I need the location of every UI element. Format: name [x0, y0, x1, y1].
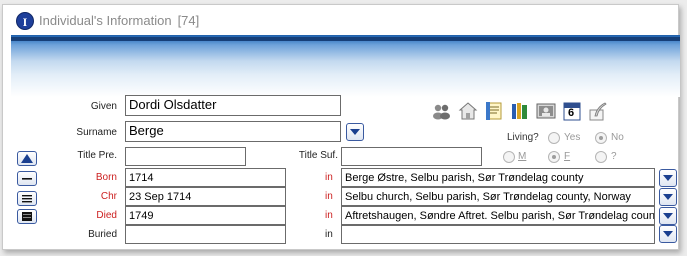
- died-place-field[interactable]: Aftretshaugen, Søndre Aftret. Selbu pari…: [341, 206, 655, 225]
- born-in-label: in: [325, 172, 333, 183]
- app-logo-icon: I: [16, 12, 34, 30]
- record-id: [74]: [177, 13, 200, 28]
- calendar-icon[interactable]: 6: [562, 101, 582, 121]
- born-place-field[interactable]: Berge Østre, Selbu parish, Sør Trøndelag…: [341, 168, 655, 187]
- sex-m-label: M: [518, 151, 527, 162]
- chevron-down-icon: [663, 213, 673, 219]
- sex-f-radio[interactable]: [548, 151, 560, 163]
- title-pre-label: Title Pre.: [77, 150, 117, 161]
- single-line-view-button[interactable]: [17, 171, 37, 186]
- living-yes-label: Yes: [564, 132, 581, 143]
- window-title-text: Individual's Information: [39, 13, 172, 28]
- lines-icon: [22, 195, 32, 203]
- individual-info-window: I Individual's Information [74] 6 Given …: [2, 4, 680, 250]
- chevron-down-icon: [663, 231, 673, 237]
- sex-unknown-radio[interactable]: [595, 151, 607, 163]
- given-name-field[interactable]: Dordi Olsdatter: [125, 95, 341, 116]
- chevron-down-icon: [663, 194, 673, 200]
- born-label: Born: [95, 172, 117, 183]
- title-suf-field[interactable]: [341, 147, 482, 166]
- people-group-icon[interactable]: [432, 101, 452, 121]
- header-banner: [11, 35, 680, 97]
- born-date-field[interactable]: 1714: [125, 168, 286, 187]
- died-in-label: in: [325, 210, 333, 221]
- died-place-dropdown-button[interactable]: [659, 207, 677, 225]
- notes-icon[interactable]: [484, 101, 504, 121]
- surname-dropdown-button[interactable]: [346, 123, 364, 141]
- title-suf-label: Title Suf.: [298, 150, 338, 161]
- living-yes-radio[interactable]: [548, 132, 560, 144]
- buried-date-field[interactable]: [125, 225, 286, 244]
- chr-date-field[interactable]: 23 Sep 1714: [125, 187, 286, 206]
- surname-label: Surname: [76, 127, 117, 138]
- sex-unknown-label: ?: [611, 151, 617, 162]
- banner-band: [11, 37, 680, 41]
- triangle-up-icon: [21, 154, 33, 163]
- calendar-day: 6: [568, 107, 575, 119]
- buried-place-dropdown-button[interactable]: [659, 225, 677, 243]
- given-label: Given: [90, 101, 117, 112]
- sex-m-radio[interactable]: [503, 151, 515, 163]
- block-icon: [22, 212, 32, 221]
- born-place-dropdown-button[interactable]: [659, 169, 677, 187]
- died-date-field[interactable]: 1749: [125, 206, 286, 225]
- block-view-button[interactable]: [17, 209, 37, 224]
- chr-label: Chr: [100, 191, 117, 202]
- chr-place-dropdown-button[interactable]: [659, 188, 677, 206]
- quill-icon[interactable]: [588, 101, 608, 121]
- move-up-button[interactable]: [17, 151, 37, 166]
- died-label: Died: [96, 210, 117, 221]
- buried-in-label: in: [325, 229, 333, 240]
- multi-line-view-button[interactable]: [17, 191, 37, 206]
- photo-icon[interactable]: [536, 101, 556, 121]
- buried-label: Buried: [88, 229, 117, 240]
- title-bar: I Individual's Information [74]: [3, 5, 678, 35]
- house-icon[interactable]: [458, 101, 478, 121]
- living-label: Living?: [507, 132, 539, 143]
- single-line-icon: [22, 178, 32, 180]
- buried-place-field[interactable]: [341, 225, 655, 244]
- title-pre-field[interactable]: [125, 147, 246, 166]
- window-title: Individual's Information [74]: [39, 13, 199, 28]
- chevron-down-icon: [350, 129, 360, 135]
- living-no-radio[interactable]: [595, 132, 607, 144]
- chr-in-label: in: [325, 191, 333, 202]
- surname-field[interactable]: Berge: [125, 121, 341, 142]
- books-icon[interactable]: [510, 101, 530, 121]
- sex-f-label: F: [564, 151, 571, 162]
- chevron-down-icon: [663, 175, 673, 181]
- living-no-label: No: [611, 132, 624, 143]
- chr-place-field[interactable]: Selbu church, Selbu parish, Sør Trøndela…: [341, 187, 655, 206]
